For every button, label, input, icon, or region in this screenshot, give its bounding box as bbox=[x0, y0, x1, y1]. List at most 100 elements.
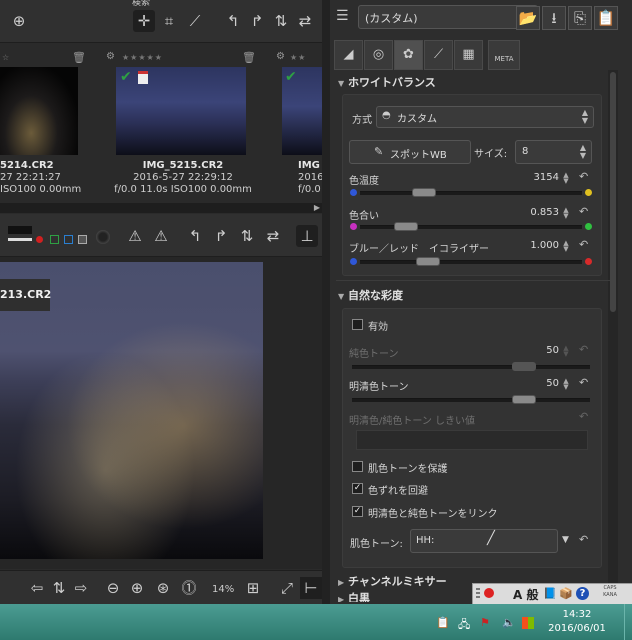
grip-icon[interactable] bbox=[476, 588, 480, 600]
show-desktop-button[interactable] bbox=[624, 604, 632, 640]
right-panel-scrollbar[interactable] bbox=[608, 70, 618, 600]
panel-toggle-icon[interactable]: ⊢ bbox=[300, 577, 322, 599]
enabled-checkbox[interactable] bbox=[352, 319, 363, 330]
size-select[interactable]: 8 ▲ ▼ bbox=[515, 140, 592, 164]
section-white-balance-title[interactable]: ▼ ホワイトバランス bbox=[338, 74, 436, 90]
copy-profile-icon[interactable]: ⎘ bbox=[568, 6, 592, 30]
trash-icon[interactable]: 🗑 bbox=[72, 51, 86, 64]
filmstrip-tab[interactable]: 検索 bbox=[132, 0, 192, 6]
tab-exposure[interactable]: ◢ bbox=[334, 40, 363, 70]
tint-reset-icon[interactable]: ↶ bbox=[579, 205, 588, 218]
section-next-title[interactable]: ▶ 白黒 bbox=[338, 590, 370, 602]
rotate-left-icon[interactable]: ↰ bbox=[184, 225, 206, 247]
next-image-icon[interactable]: ⇨ bbox=[70, 577, 92, 599]
filmstrip-scrollbar[interactable]: ▶ bbox=[0, 203, 322, 213]
tab-transform[interactable]: ⟋ bbox=[424, 40, 453, 70]
green-channel-icon[interactable] bbox=[50, 235, 59, 244]
equalizer-spinner[interactable]: ▲ ▼ bbox=[562, 240, 570, 253]
flip-vertical-icon[interactable]: ⇅ bbox=[236, 225, 258, 247]
thumbnail-image[interactable] bbox=[0, 67, 78, 155]
zoom-100-icon[interactable]: ⓵ bbox=[178, 577, 200, 599]
trash-icon[interactable]: 🗑 bbox=[242, 51, 256, 64]
threshold-reset-icon[interactable]: ↶ bbox=[579, 410, 588, 423]
ime-tool-icon[interactable]: 📦 bbox=[559, 587, 573, 600]
open-profile-icon[interactable]: 📂 bbox=[516, 6, 540, 30]
section-vibrance-title[interactable]: ▼ 自然な彩度 bbox=[338, 287, 403, 303]
crop-icon[interactable]: ⌗ bbox=[158, 10, 180, 32]
ime-dictionary-icon[interactable]: 📘 bbox=[543, 587, 557, 600]
tint-spinner[interactable]: ▲ ▼ bbox=[562, 207, 570, 220]
blue-channel-icon[interactable] bbox=[64, 235, 73, 244]
rating-stars[interactable]: ★★★★★ bbox=[122, 53, 163, 62]
pastel-slider[interactable] bbox=[352, 365, 590, 369]
help-icon[interactable]: ? bbox=[576, 587, 589, 600]
avoid-shift-checkbox[interactable]: ✓ bbox=[352, 483, 363, 494]
zoom-in-icon[interactable]: ⊕ bbox=[126, 577, 148, 599]
volume-icon[interactable]: 🔈 bbox=[502, 616, 516, 629]
saturated-value[interactable]: 50 bbox=[519, 378, 559, 389]
thumbnail-image[interactable]: ✔ bbox=[116, 67, 246, 155]
tab-color[interactable]: ✿ bbox=[394, 40, 423, 70]
pastel-slider-knob[interactable] bbox=[512, 362, 536, 371]
threshold-slider[interactable] bbox=[356, 430, 588, 450]
zoom-out-icon[interactable]: ⊖ bbox=[102, 577, 124, 599]
temperature-slider-knob[interactable] bbox=[412, 188, 436, 197]
tab-detail[interactable]: ◎ bbox=[364, 40, 393, 70]
new-detail-window-icon[interactable]: ⊞ bbox=[242, 577, 264, 599]
saturated-spinner[interactable]: ▲ ▼ bbox=[562, 378, 570, 391]
pastel-spinner[interactable]: ▲ ▼ bbox=[562, 345, 570, 358]
rotate-right-icon[interactable]: ↱ bbox=[246, 10, 268, 32]
background-toggle-icon[interactable] bbox=[8, 224, 32, 246]
luminance-icon[interactable] bbox=[78, 235, 87, 244]
temperature-reset-icon[interactable]: ↶ bbox=[579, 170, 588, 183]
tint-value[interactable]: 0.853 bbox=[519, 207, 559, 218]
skin-curve-dropdown-icon[interactable]: ▼ bbox=[562, 535, 569, 545]
section-channel-mixer-title[interactable]: ▶ チャンネルミキサー bbox=[338, 573, 447, 589]
scroll-right-icon[interactable]: ▶ bbox=[314, 203, 320, 212]
warning-shadow-icon[interactable]: ⚠ bbox=[124, 225, 146, 247]
tab-raw[interactable]: ▦ bbox=[454, 40, 483, 70]
spot-wb-button[interactable]: ✎ スポットWB bbox=[349, 140, 471, 164]
flip-horizontal-icon[interactable]: ⇄ bbox=[262, 225, 284, 247]
zoom-fit-icon[interactable]: ⊛ bbox=[152, 577, 174, 599]
thumbnail-image[interactable]: ✔ bbox=[282, 67, 322, 155]
saturated-slider[interactable] bbox=[352, 398, 590, 402]
straighten-icon[interactable]: ⟋ bbox=[184, 10, 206, 32]
clipboard-icon[interactable]: 📋 bbox=[436, 616, 450, 629]
rotate-left-icon[interactable]: ↰ bbox=[222, 10, 244, 32]
saturated-slider-knob[interactable] bbox=[512, 395, 536, 404]
method-select[interactable]: ◓ カスタム ▲ ▼ bbox=[376, 106, 594, 128]
ime-red-icon[interactable] bbox=[484, 588, 494, 598]
temperature-slider[interactable] bbox=[360, 191, 582, 195]
fullscreen-icon[interactable]: ⤢ bbox=[276, 577, 298, 599]
equalizer-reset-icon[interactable]: ↶ bbox=[579, 238, 588, 251]
crosshair-icon[interactable]: ✛ bbox=[133, 10, 155, 32]
sync-icon[interactable]: ⇅ bbox=[48, 577, 70, 599]
skin-curve-reset-icon[interactable]: ↶ bbox=[579, 533, 588, 546]
network-icon[interactable]: 🖧 bbox=[458, 616, 470, 635]
flip-vertical-icon[interactable]: ⇅ bbox=[270, 10, 292, 32]
tab-meta[interactable]: META bbox=[488, 40, 520, 70]
focus-mask-icon[interactable] bbox=[96, 230, 110, 244]
temperature-value[interactable]: 3154 bbox=[519, 172, 559, 183]
gear-icon[interactable]: ⚙ bbox=[276, 51, 285, 62]
previous-image-icon[interactable]: ⇦ bbox=[26, 577, 48, 599]
skin-curve-button[interactable]: HH: ╱ bbox=[410, 529, 558, 553]
save-profile-icon[interactable]: ⭳ bbox=[542, 6, 566, 30]
clock[interactable]: 14:32 2016/06/01 bbox=[544, 608, 610, 636]
zoom-in-icon[interactable]: ⊕ bbox=[8, 10, 30, 32]
history-icon[interactable]: ☰ bbox=[336, 8, 349, 24]
pastel-reset-icon[interactable]: ↶ bbox=[579, 343, 588, 356]
equalizer-slider[interactable] bbox=[360, 260, 582, 264]
equalizer-slider-knob[interactable] bbox=[416, 257, 440, 266]
red-channel-icon[interactable] bbox=[36, 236, 43, 243]
rating-stars[interactable]: ☆ bbox=[2, 53, 10, 62]
rating-stars[interactable]: ★★ bbox=[290, 53, 306, 62]
paste-profile-icon[interactable]: 📋 bbox=[594, 6, 618, 30]
send-to-editor-icon[interactable]: ⊥ bbox=[296, 225, 318, 247]
link-checkbox[interactable]: ✓ bbox=[352, 506, 363, 517]
rotate-right-icon[interactable]: ↱ bbox=[210, 225, 232, 247]
gear-icon[interactable]: ⚙ bbox=[106, 51, 115, 62]
tint-slider-knob[interactable] bbox=[394, 222, 418, 231]
temperature-spinner[interactable]: ▲ ▼ bbox=[562, 172, 570, 185]
